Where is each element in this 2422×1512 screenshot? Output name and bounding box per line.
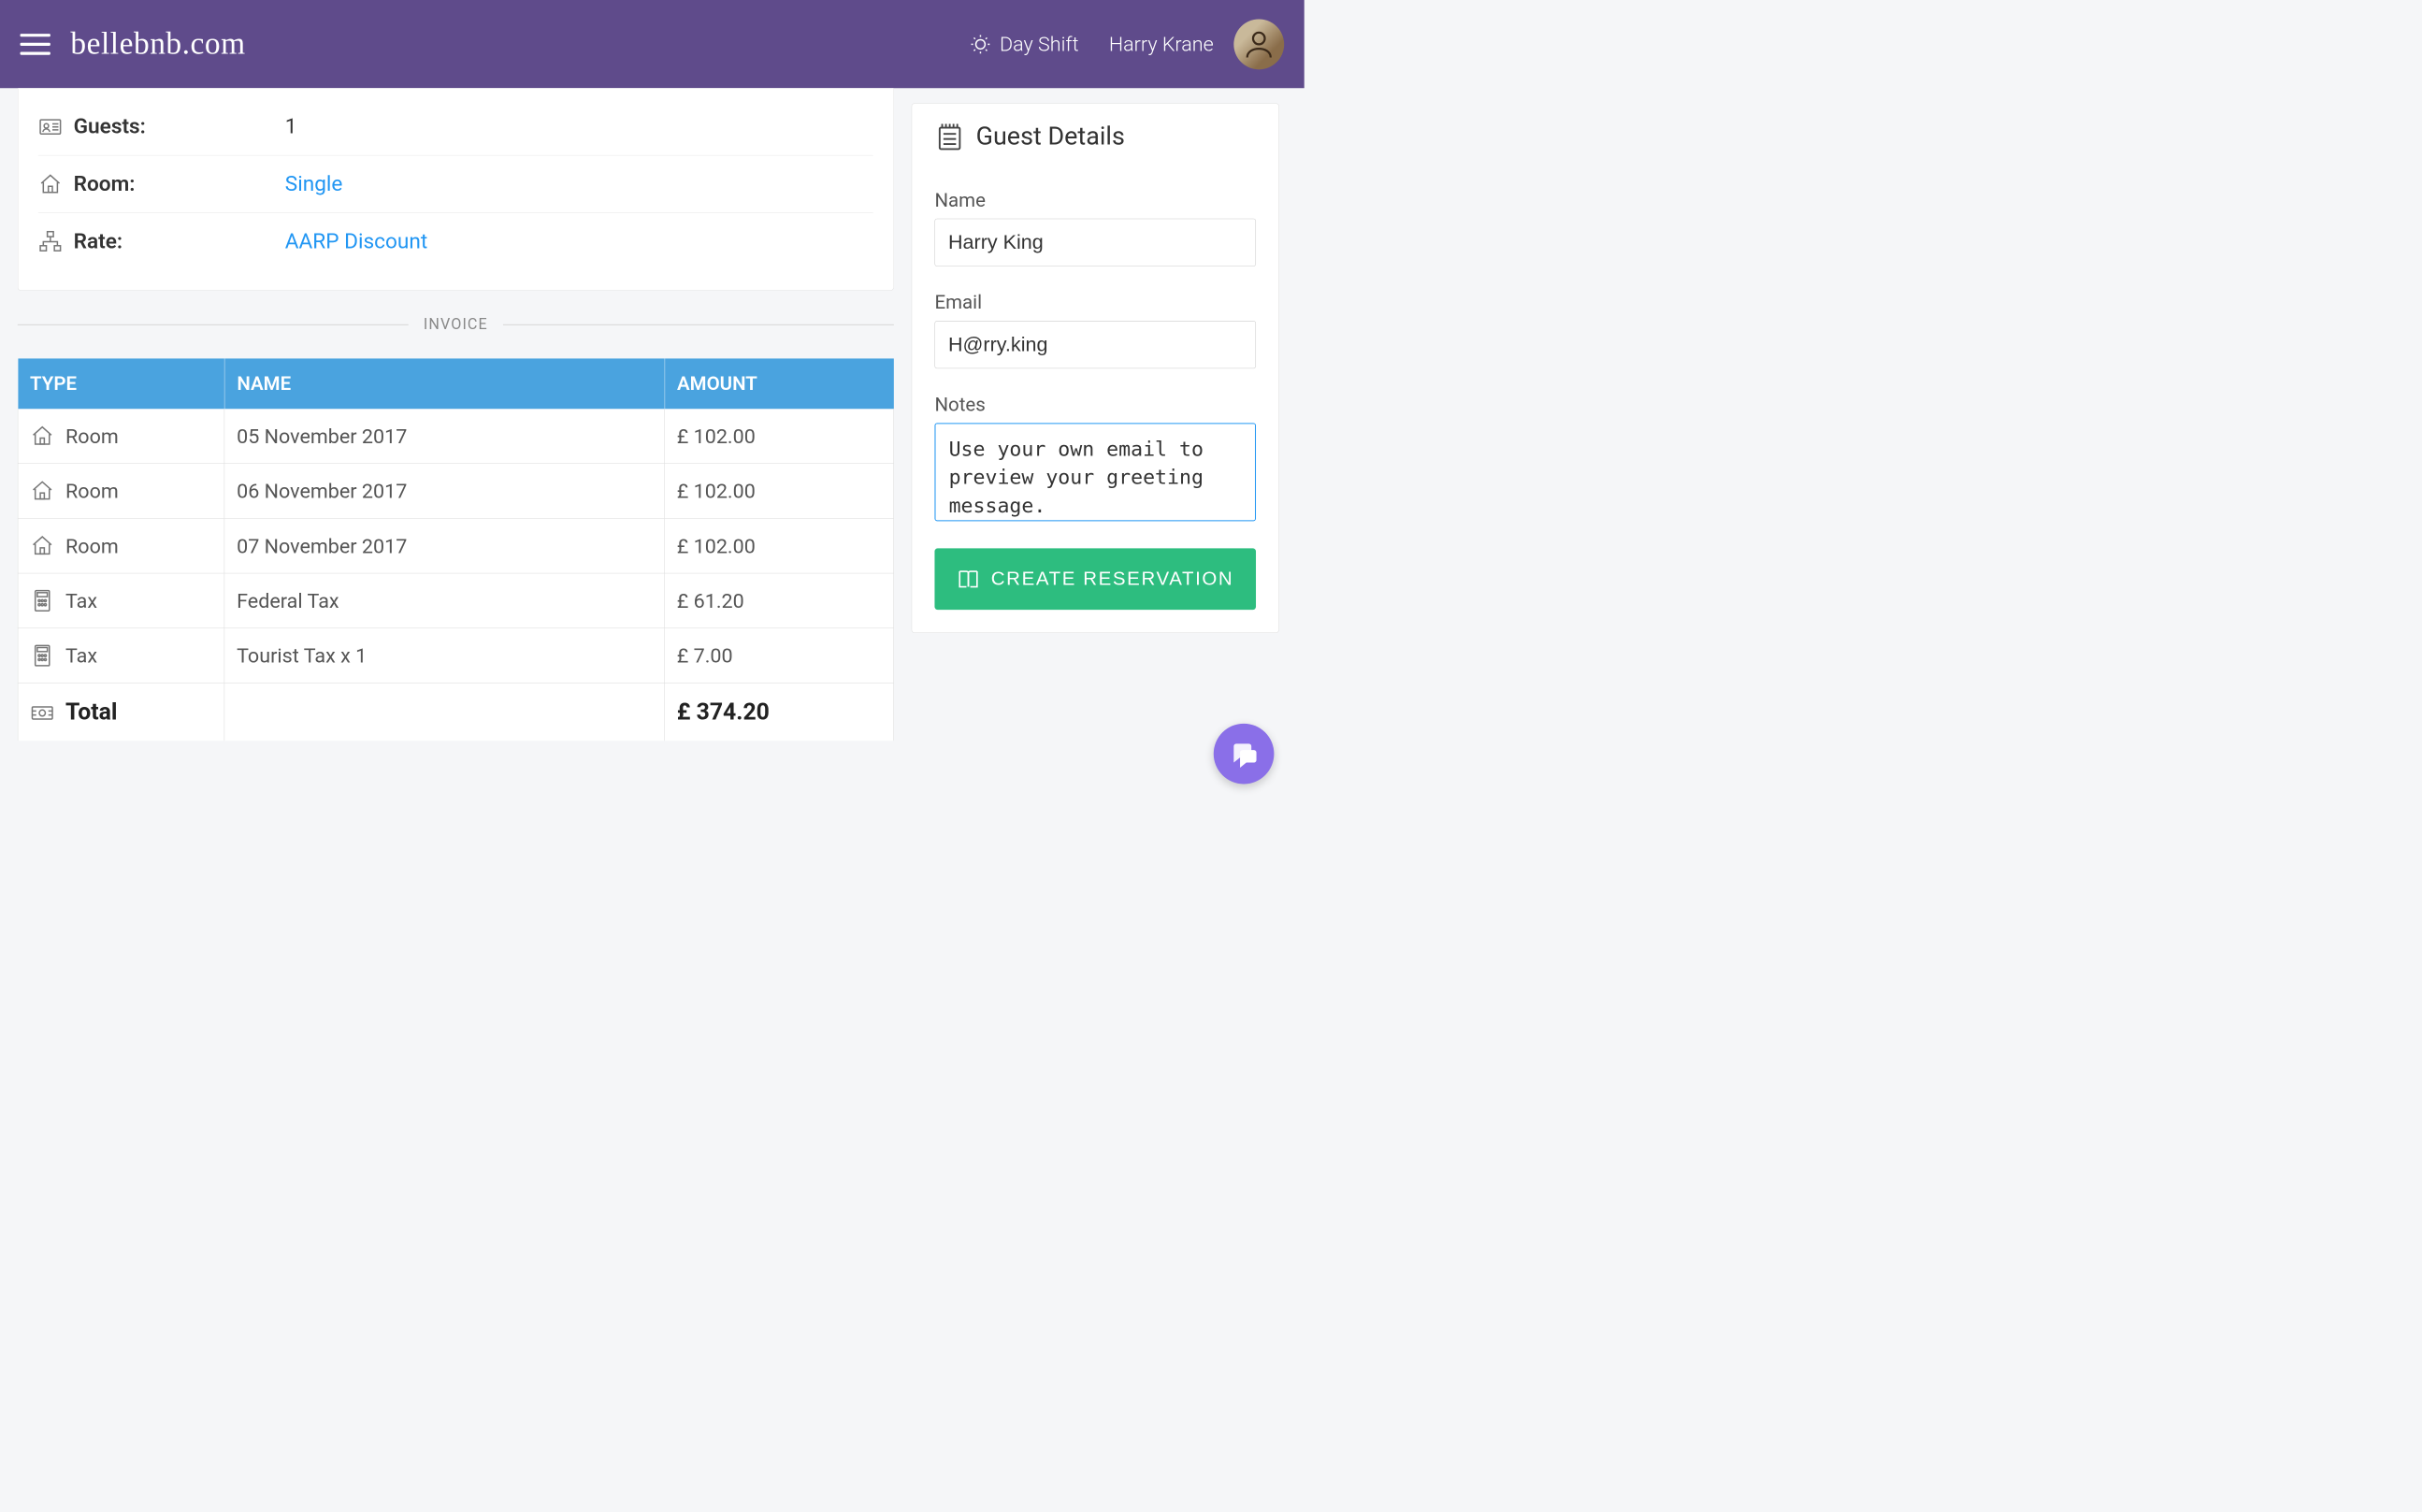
booking-label: Guests: [74, 114, 285, 138]
book-icon [957, 568, 980, 591]
booking-row-guests: Guests: 1 [38, 98, 873, 155]
house-icon [30, 424, 54, 448]
email-label: Email [934, 292, 1256, 314]
booking-value-rate[interactable]: AARP Discount [285, 229, 427, 253]
guest-details-title: Guest Details [934, 122, 1256, 151]
booking-row-room: Room: Single [38, 155, 873, 212]
create-reservation-label: CREATE RESERVATION [991, 569, 1234, 590]
invoice-section-label: INVOICE [409, 316, 503, 334]
cash-icon [30, 700, 54, 725]
invoice-amount: £ 61.20 [665, 573, 894, 628]
sun-icon [970, 33, 992, 55]
create-reservation-button[interactable]: CREATE RESERVATION [934, 548, 1256, 610]
booking-value-room[interactable]: Single [285, 172, 343, 196]
notes-label: Notes [934, 394, 1256, 416]
current-user-name[interactable]: Harry Krane [1109, 32, 1214, 55]
calculator-icon [30, 589, 54, 613]
invoice-total-amount: £ 374.20 [665, 683, 894, 741]
table-row: Tax Federal Tax£ 61.20 [18, 573, 893, 628]
table-row: Room 07 November 2017£ 102.00 [18, 518, 893, 573]
col-amount: AMOUNT [665, 358, 894, 409]
invoice-name: Tourist Tax x 1 [224, 628, 665, 684]
menu-icon[interactable] [21, 34, 50, 55]
invoice-table: TYPE NAME AMOUNT Room05 November 2017£ 1… [18, 358, 894, 741]
invoice-type: Tax [65, 643, 97, 667]
email-input[interactable] [934, 321, 1256, 368]
invoice-amount: £ 102.00 [665, 409, 894, 463]
shift-toggle[interactable]: Day Shift [970, 32, 1079, 55]
avatar[interactable] [1233, 19, 1284, 69]
booking-value-guests: 1 [285, 114, 297, 138]
brand-logo[interactable]: bellebnb.com [70, 26, 245, 62]
table-row: Room 06 November 2017£ 102.00 [18, 464, 893, 519]
invoice-type: Tax [65, 589, 97, 612]
invoice-amount: £ 102.00 [665, 464, 894, 519]
invoice-divider: INVOICE [18, 316, 894, 334]
app-header: bellebnb.com Day Shift Harry Krane [0, 0, 1305, 88]
booking-summary-card: Guests: 1 Room: Single [18, 88, 894, 290]
house-icon [30, 479, 54, 503]
table-row: Room 05 November 2017£ 102.00 [18, 409, 893, 463]
invoice-type: Room [65, 425, 119, 448]
invoice-type: Room [65, 534, 119, 557]
notes-textarea[interactable] [934, 423, 1256, 521]
notepad-icon [934, 122, 964, 151]
id-card-icon [38, 115, 63, 139]
chat-fab[interactable] [1214, 724, 1275, 785]
invoice-name: 07 November 2017 [224, 518, 665, 573]
house-icon [30, 534, 54, 558]
invoice-type: Room [65, 479, 119, 502]
invoice-total-label: Total [65, 698, 117, 726]
invoice-total-row: Total £ 374.20 [18, 683, 893, 741]
invoice-amount: £ 102.00 [665, 518, 894, 573]
col-type: TYPE [18, 358, 224, 409]
chat-icon [1229, 739, 1259, 769]
invoice-name: 06 November 2017 [224, 464, 665, 519]
booking-row-rate: Rate: AARP Discount [38, 213, 873, 270]
house-icon [38, 172, 63, 196]
booking-label: Room: [74, 172, 285, 196]
guest-details-card: Guest Details Name Email Notes [912, 103, 1279, 633]
booking-label: Rate: [74, 229, 285, 253]
table-row: Tax Tourist Tax x 1£ 7.00 [18, 628, 893, 684]
invoice-name: 05 November 2017 [224, 409, 665, 463]
guest-details-title-text: Guest Details [976, 122, 1125, 151]
invoice-amount: £ 7.00 [665, 628, 894, 684]
shift-label: Day Shift [1000, 32, 1079, 55]
hierarchy-icon [38, 229, 63, 253]
name-input[interactable] [934, 219, 1256, 266]
name-label: Name [934, 189, 1256, 211]
col-name: NAME [224, 358, 665, 409]
calculator-icon [30, 643, 54, 668]
invoice-name: Federal Tax [224, 573, 665, 628]
